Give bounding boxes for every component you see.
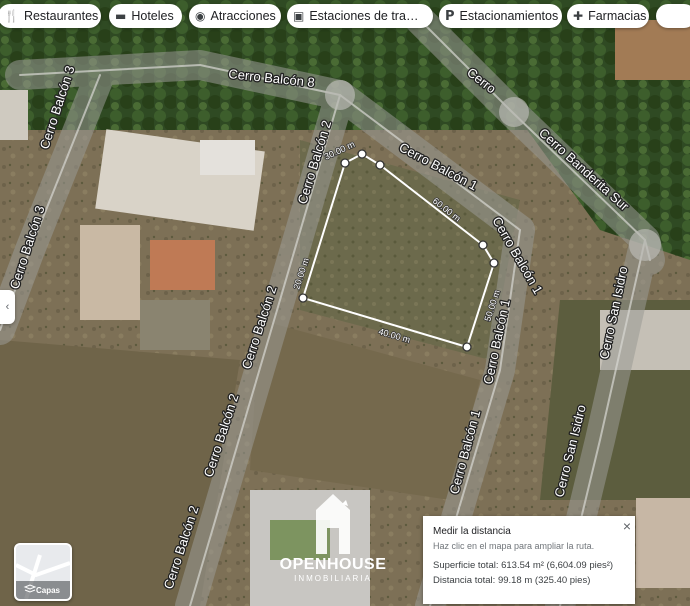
measure-distance-panel: × Medir la distancia Haz clic en el mapa… xyxy=(423,516,635,604)
openhouse-logo: OPENHOUSE INMOBILIARIA xyxy=(276,490,390,583)
total-area: Superficie total: 613.54 m² (6,604.09 pi… xyxy=(433,560,614,571)
pharmacy-icon: ✚ xyxy=(573,9,584,23)
house-logo-icon xyxy=(316,494,350,554)
measure-point[interactable] xyxy=(478,240,488,250)
camera-icon: ◉ xyxy=(195,9,206,23)
layers-label: Capas xyxy=(35,586,60,595)
close-icon[interactable]: × xyxy=(623,518,631,534)
chip-estaciones[interactable]: ▣ Estaciones de transporte xyxy=(287,4,433,28)
measure-point[interactable] xyxy=(375,160,385,170)
panel-hint: Haz clic en el mapa para ampliar la ruta… xyxy=(433,541,595,551)
chevron-left-icon: ‹ xyxy=(5,301,10,313)
chip-label: Estacionamientos xyxy=(459,9,559,23)
collapse-panel-button[interactable]: ‹ xyxy=(0,290,15,324)
measure-point[interactable] xyxy=(298,293,308,303)
chip-label: Estaciones de transporte xyxy=(309,9,421,23)
bed-icon: ▬ xyxy=(115,9,127,23)
chip-more[interactable] xyxy=(656,4,690,28)
measure-point[interactable] xyxy=(462,342,472,352)
parking-icon: P xyxy=(445,8,455,24)
restaurant-icon: 🍴 xyxy=(4,9,19,23)
measure-point[interactable] xyxy=(489,258,499,268)
logo-subtitle: INMOBILIARIA xyxy=(294,574,372,583)
chip-label: Restaurantes xyxy=(23,9,99,23)
chip-estacionamientos[interactable]: P Estacionamientos xyxy=(439,4,562,28)
bus-icon: ▣ xyxy=(293,9,305,23)
bare-field-top-right xyxy=(615,20,690,80)
layers-button[interactable]: Capas xyxy=(14,543,72,601)
chip-label: Hoteles xyxy=(131,9,174,23)
measure-point[interactable] xyxy=(357,149,367,159)
logo-name: OPENHOUSE xyxy=(279,556,387,573)
total-distance: Distancia total: 99.18 m (325.40 pies) xyxy=(433,575,591,586)
chip-restaurantes[interactable]: 🍴 Restaurantes xyxy=(0,4,101,28)
panel-title: Medir la distancia xyxy=(433,526,511,537)
chip-atracciones[interactable]: ◉ Atracciones xyxy=(189,4,281,28)
category-chips: 🍴 Restaurantes ▬ Hoteles ◉ Atracciones ▣… xyxy=(0,4,690,28)
chip-label: Farmacias xyxy=(588,9,647,23)
chip-farmacias[interactable]: ✚ Farmacias xyxy=(567,4,649,28)
chip-hoteles[interactable]: ▬ Hoteles xyxy=(109,4,182,28)
chip-label: Atracciones xyxy=(210,9,276,23)
measure-point[interactable] xyxy=(340,158,350,168)
